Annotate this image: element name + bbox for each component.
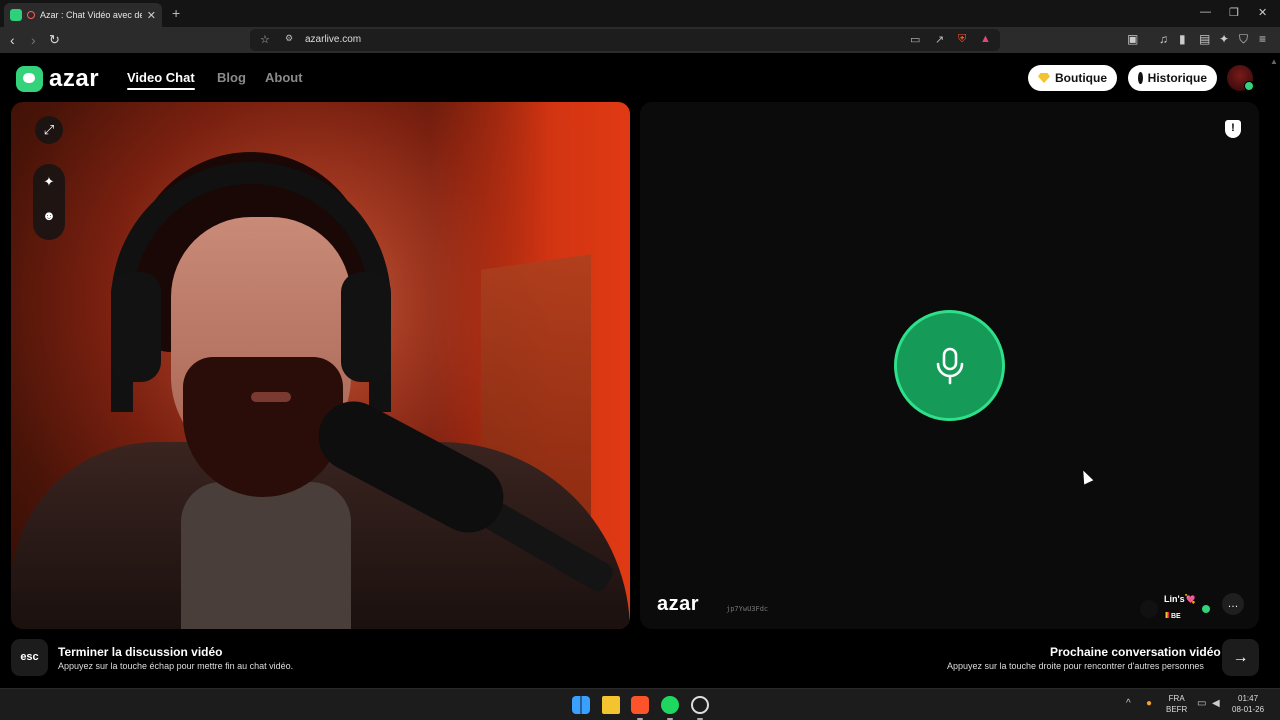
bookmark-icon[interactable]: ☆ [260,33,270,46]
sparkle-icon[interactable]: ✦ [33,174,65,190]
browser-toolbar: ‹ › ↻ ☆ ⚙ azarlive.com ▭ ↗ ⛨ ▲ ▣ ♫ ▮ ▤ ✦… [0,27,1280,53]
nav-about[interactable]: About [265,70,303,85]
restore-icon[interactable]: ❐ [1229,6,1239,19]
scroll-up-icon[interactable]: ▲ [1270,57,1278,66]
url-text: azarlive.com [305,34,362,45]
lang-bottom: BEFR [1166,705,1188,714]
online-badge [1244,81,1254,91]
forward-icon[interactable]: › [31,32,36,48]
close-tab-icon[interactable]: ✕ [147,9,156,22]
language-indicator[interactable]: FRA BEFR [1166,693,1187,715]
peer-country: BE [1171,613,1181,620]
headphone-right-cup [341,272,391,382]
local-video: ⤢ ✦ ☻ [11,102,630,629]
leo-ai-icon[interactable]: ✦ [1219,32,1229,46]
menu-icon[interactable]: ≡ [1259,32,1266,46]
active-nav-indicator [127,88,195,90]
brave-browser-icon[interactable] [631,696,649,714]
tab-search-icon[interactable]: ▣ [1127,32,1138,46]
file-explorer-icon[interactable] [602,696,620,714]
sidebar-icon[interactable]: ▮ [1179,32,1186,46]
mic-in-use-icon[interactable]: ● [1146,698,1152,709]
chat-bubble-icon[interactable]: … [1222,593,1244,615]
historique-label: Historique [1147,71,1207,85]
nav-video-chat[interactable]: Video Chat [127,70,195,85]
esc-key-button[interactable]: esc [11,639,48,676]
cast-icon[interactable]: ▭ [910,33,920,46]
brave-rewards-icon[interactable]: ▲ [980,33,991,45]
site-info-icon[interactable]: ⚙ [285,33,293,44]
back-icon[interactable]: ‹ [10,32,15,48]
next-chat-subtitle: Appuyez sur la touche droite pour rencon… [947,661,1204,671]
boutique-label: Boutique [1055,71,1107,85]
clock[interactable]: 01:47 08-01-26 [1232,693,1264,715]
clock-date: 08-01-26 [1232,705,1265,714]
peer-verified-icon [1201,604,1210,613]
show-hidden-icons-icon[interactable]: ^ [1126,698,1131,709]
nav-blog[interactable]: Blog [217,70,246,85]
recording-icon [27,11,35,19]
azar-logo-icon [16,66,43,92]
next-chat-button[interactable]: → [1222,639,1259,676]
wallet-icon[interactable]: ▤ [1199,32,1210,46]
obs-icon[interactable] [691,696,709,714]
logo-text: azar [49,65,100,92]
media-icon[interactable]: ♫ [1159,32,1168,46]
spotify-icon[interactable] [661,696,679,714]
headphone-left-cup [111,272,161,382]
share-icon[interactable]: ↗ [935,33,944,46]
next-chat-title: Prochaine conversation vidéo [1050,645,1221,659]
tab-title: Azar : Chat Vidéo avec de nouv [40,10,142,20]
browser-tab[interactable]: Azar : Chat Vidéo avec de nouv ✕ [4,3,162,27]
report-shield-icon[interactable]: ! [1225,120,1241,138]
historique-button[interactable]: Historique [1128,65,1217,91]
address-bar[interactable]: ☆ ⚙ azarlive.com ▭ ↗ ⛨ ▲ [250,29,1000,51]
azar-logo[interactable]: azar [16,65,99,93]
arrow-right-icon: → [1232,649,1249,666]
close-window-icon[interactable]: ✕ [1258,6,1267,19]
windows-taskbar: ^ ● FRA BEFR ▭ ◀ 01:47 08-01-26 [0,688,1280,720]
expand-icon: ⤢ [43,122,55,137]
boutique-button[interactable]: Boutique [1028,65,1117,91]
end-chat-title: Terminer la discussion vidéo [58,645,223,659]
remote-video: ! azar jp7YwU3Fdc Lin's💘 BE … [640,102,1259,629]
azar-watermark: azar [657,593,700,615]
azar-favicon-icon [10,9,22,21]
gem-icon [1038,73,1050,83]
effects-toolbar: ✦ ☻ [33,164,65,240]
microphone-icon [936,347,963,384]
clock-time: 01:47 [1238,694,1259,703]
belgium-flag-icon [1164,612,1169,618]
clock-icon [1138,72,1145,84]
lang-top: FRA [1168,694,1185,703]
peer-name: Lin's💘 [1164,594,1196,604]
watermark-id: jp7YwU3Fdc [726,605,769,613]
network-icon[interactable]: ▭ [1197,698,1206,709]
expand-button[interactable]: ⤢ [35,116,63,144]
windows-start-icon[interactable] [572,696,590,714]
end-chat-subtitle: Appuyez sur la touche échap pour mettre … [58,661,294,671]
peer-info[interactable]: Lin's💘 BE [1140,594,1210,623]
browser-tabbar: Azar : Chat Vidéo avec de nouv ✕ + — ❐ ✕ [0,0,1280,27]
volume-icon[interactable]: ◀ [1212,698,1220,709]
brave-shields-icon[interactable]: ⛨ [958,33,966,46]
reload-icon[interactable]: ↻ [49,32,60,48]
vpn-icon[interactable]: ⛉ [1239,32,1248,47]
minimize-icon[interactable]: — [1200,6,1211,18]
new-tab-button[interactable]: + [172,5,180,21]
azar-page: azar Video Chat Blog About Boutique Hist… [0,53,1280,688]
audio-only-indicator [894,310,1005,421]
person-sweater [181,482,351,629]
peer-avatar [1140,599,1158,618]
face-filter-icon[interactable]: ☻ [33,208,65,223]
